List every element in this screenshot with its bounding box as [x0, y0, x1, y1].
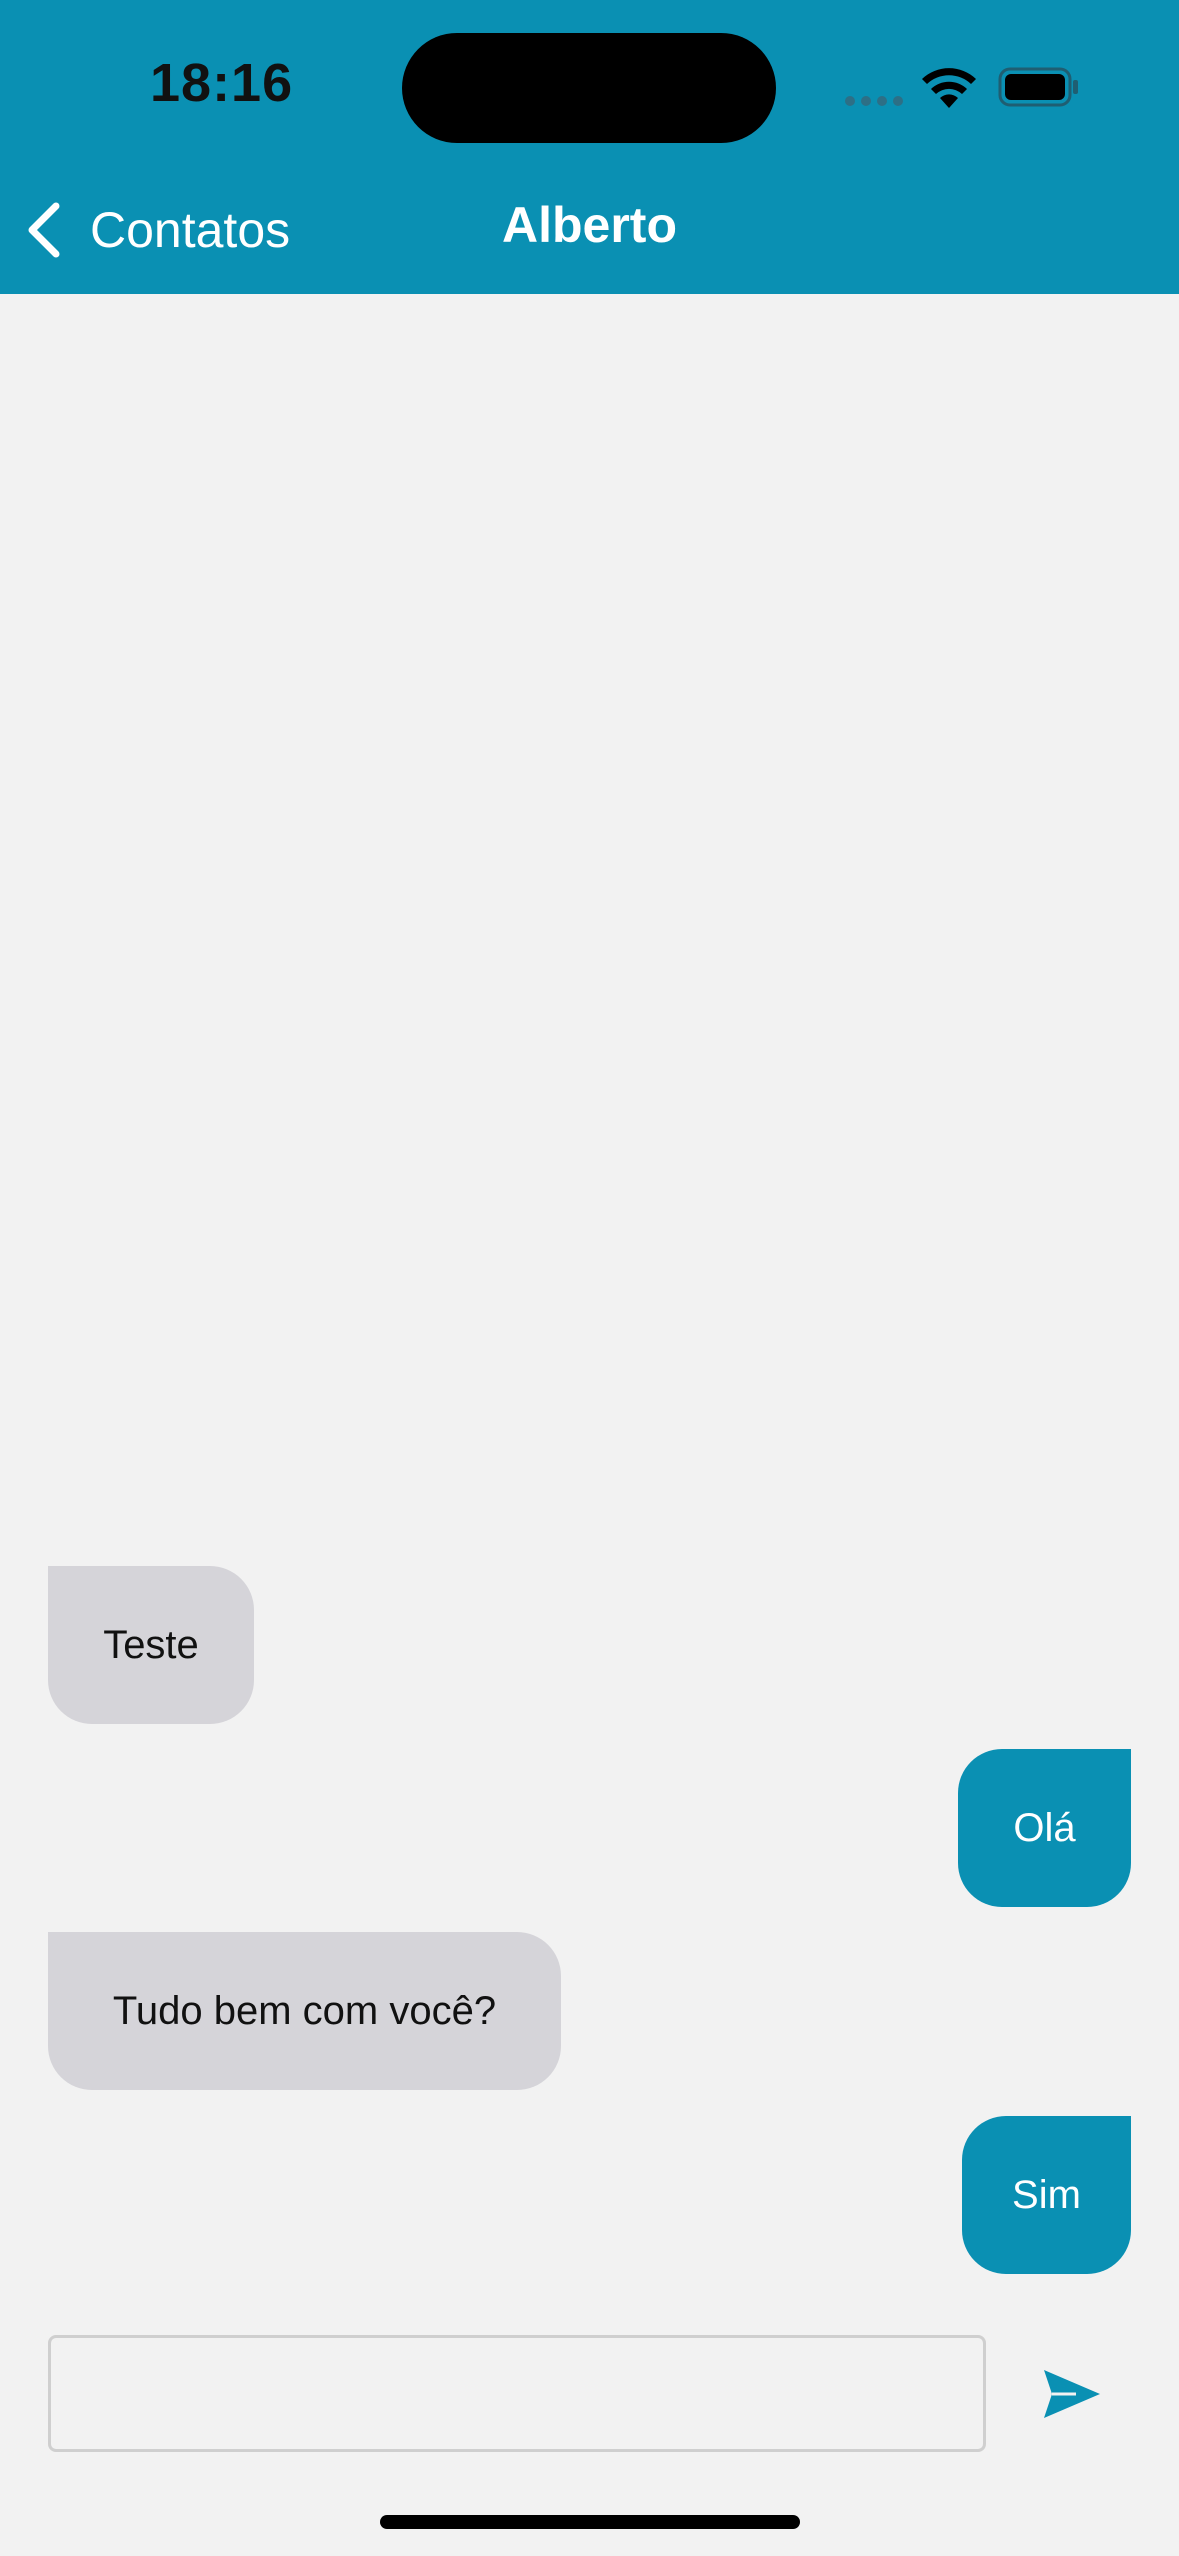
status-time: 18:16 — [150, 53, 294, 113]
home-indicator — [380, 2515, 800, 2529]
message-received: Teste — [48, 1566, 254, 1724]
message-sent: Sim — [962, 2116, 1131, 2274]
nav-header: 18:16 Contatos Alberto — [0, 0, 1179, 294]
message-received: Tudo bem com você? — [48, 1932, 561, 2090]
send-button[interactable] — [1032, 2350, 1112, 2438]
cellular-signal-icon — [845, 96, 905, 106]
send-icon — [1044, 2370, 1100, 2418]
message-sent: Olá — [958, 1749, 1131, 1907]
chat-screen: 18:16 Contatos Alberto Teste Olá Tudo be… — [0, 0, 1179, 2556]
wifi-icon — [922, 68, 976, 108]
contact-title: Alberto — [502, 197, 677, 253]
message-input[interactable] — [48, 2335, 986, 2452]
battery-icon — [998, 67, 1078, 107]
dynamic-island — [402, 33, 776, 143]
